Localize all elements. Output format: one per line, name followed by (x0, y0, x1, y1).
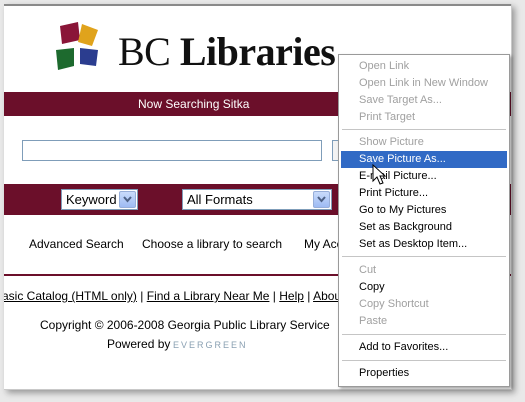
menu-separator (342, 129, 506, 130)
window-top-edge (4, 4, 511, 6)
find-library-link[interactable]: Find a Library Near Me (147, 289, 270, 303)
menu-item-save-target-as[interactable]: Save Target As... (341, 92, 507, 109)
footer-links: asic Catalog (HTML only) | Find a Librar… (4, 289, 344, 303)
menu-item-save-picture-as[interactable]: Save Picture As... (341, 151, 507, 168)
search-banner-label: Now Searching Sitka (138, 97, 250, 111)
menu-item-open-link-new-window[interactable]: Open Link in New Window (341, 75, 507, 92)
menu-item-set-as-background[interactable]: Set as Background (341, 219, 507, 236)
basic-catalog-link[interactable]: asic Catalog (HTML only) (4, 289, 137, 303)
choose-library-link[interactable]: Choose a library to search (142, 237, 282, 251)
evergreen-logo: EVERGREEN (173, 340, 248, 350)
format-select[interactable]: All Formats (182, 189, 332, 210)
chevron-down-icon[interactable] (119, 191, 136, 208)
menu-item-show-picture[interactable]: Show Picture (341, 134, 507, 151)
menu-item-copy-shortcut[interactable]: Copy Shortcut (341, 296, 507, 313)
search-type-select[interactable]: Keyword (61, 189, 138, 210)
menu-item-go-to-my-pictures[interactable]: Go to My Pictures (341, 202, 507, 219)
search-type-value: Keyword (66, 192, 117, 207)
menu-item-print-picture[interactable]: Print Picture... (341, 185, 507, 202)
menu-item-properties[interactable]: Properties (341, 365, 507, 382)
search-input[interactable] (22, 140, 322, 161)
menu-item-add-to-favorites[interactable]: Add to Favorites... (341, 339, 507, 356)
brand-name: BC Libraries (118, 28, 336, 75)
format-value: All Formats (187, 192, 253, 207)
menu-item-open-link[interactable]: Open Link (341, 58, 507, 75)
my-account-link[interactable]: My Acc (304, 237, 343, 251)
help-link[interactable]: Help (279, 289, 304, 303)
advanced-search-link[interactable]: Advanced Search (29, 237, 124, 251)
menu-separator (342, 256, 506, 257)
context-menu: Open Link Open Link in New Window Save T… (338, 54, 510, 387)
powered-by-label: Powered by (107, 337, 171, 351)
copyright-text: Copyright © 2006-2008 Georgia Public Lib… (40, 318, 330, 332)
brand-name-light: BC (118, 29, 171, 74)
menu-item-cut[interactable]: Cut (341, 262, 507, 279)
menu-item-paste[interactable]: Paste (341, 313, 507, 330)
footer-separator: | (136, 289, 147, 303)
menu-separator (342, 334, 506, 335)
chevron-down-icon[interactable] (313, 191, 330, 208)
brand-name-bold: Libraries (179, 29, 336, 74)
menu-separator (342, 360, 506, 361)
menu-item-copy[interactable]: Copy (341, 279, 507, 296)
footer-separator: | (303, 289, 314, 303)
bc-libraries-logo-icon (56, 22, 98, 70)
menu-item-print-target[interactable]: Print Target (341, 109, 507, 126)
footer-separator: | (269, 289, 280, 303)
mouse-pointer-icon (372, 164, 387, 185)
menu-item-set-as-desktop-item[interactable]: Set as Desktop Item... (341, 236, 507, 253)
menu-item-email-picture[interactable]: E-mail Picture... (341, 168, 507, 185)
